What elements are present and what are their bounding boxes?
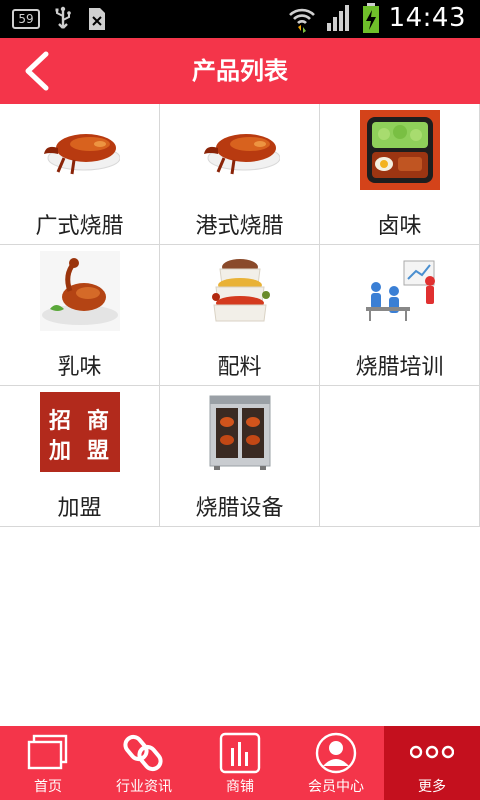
bento-box-image [360,110,440,190]
product-label: 卤味 [377,214,422,239]
clock: 14:43 [388,3,466,33]
nav-home[interactable]: 首页 [0,726,96,800]
nav-more[interactable]: 更多 [384,726,480,800]
empty-cell [320,386,480,527]
nav-store[interactable]: 商铺 [192,726,288,800]
franchise-sign-image: 招 商 加 盟 [40,392,120,472]
product-label: 烧腊设备 [195,496,284,521]
roasting-oven-image [200,392,280,472]
product-label: 广式烧腊 [35,214,124,239]
product-label: 港式烧腊 [195,214,284,239]
product-item[interactable]: 烧腊设备 [160,386,320,527]
notification-count-badge: 59 [12,9,40,29]
spice-bags-image [200,251,280,331]
nav-label: 首页 [34,779,62,795]
bottom-nav: 首页 行业资讯 商铺 会员中心 更多 [0,726,480,800]
home-icon [27,734,68,770]
sign-char: 加 [48,439,71,464]
store-icon [219,732,261,774]
sign-char: 招 [49,409,71,434]
product-item[interactable]: 广式烧腊 [0,104,160,245]
nav-label: 更多 [418,779,446,795]
nav-label: 商铺 [226,779,254,795]
sd-card-icon [89,8,105,30]
status-right-icons: 14:43 [287,2,466,34]
status-bar: 59 14:43 [0,0,480,38]
roast-duck-image [204,134,280,175]
product-item[interactable]: 烧腊培训 [320,245,480,386]
nav-label: 会员中心 [308,779,364,795]
page-title: 产品列表 [192,57,288,85]
roast-pigeon-image [40,251,120,331]
nav-member-center[interactable]: 会员中心 [288,726,384,800]
link-icon [123,734,163,772]
sign-char: 商 [87,408,109,434]
sign-char: 盟 [87,439,109,464]
signal-icon [326,5,349,31]
product-item[interactable]: 乳味 [0,245,160,386]
product-label: 加盟 [57,496,102,521]
training-class-image [360,251,440,331]
user-icon [315,732,357,774]
product-item[interactable]: 港式烧腊 [160,104,320,245]
usb-icon [55,6,71,29]
product-item[interactable]: 招 商 加 盟 加盟 [0,386,160,527]
product-label: 烧腊培训 [355,355,444,380]
product-label: 配料 [217,355,262,380]
product-item[interactable]: 配料 [160,245,320,386]
status-left-icons: 59 [12,6,108,32]
wifi-icon [288,8,315,33]
nav-industry-news[interactable]: 行业资讯 [96,726,192,800]
more-icon [410,745,454,759]
nav-label: 行业资讯 [116,779,172,795]
roast-duck-image [44,134,120,175]
product-item[interactable]: 卤味 [320,104,480,245]
product-label: 乳味 [57,355,102,380]
battery-charging-icon [362,3,379,33]
app-header: 产品列表 [0,38,480,104]
